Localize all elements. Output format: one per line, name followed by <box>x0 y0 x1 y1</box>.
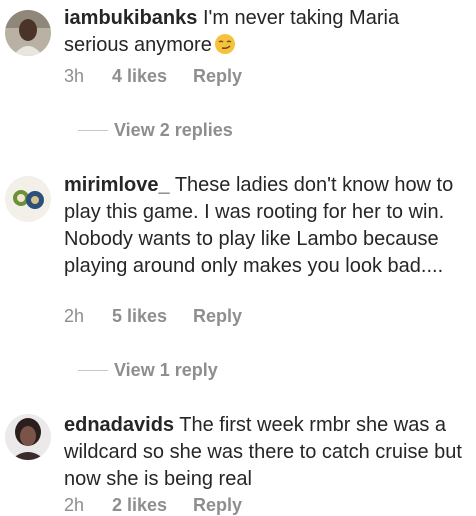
replies-divider <box>78 369 108 371</box>
comment-body: mirimlove_ These ladies don't know how t… <box>64 172 469 280</box>
comment-time: 2h <box>64 306 85 326</box>
smirk-face-icon <box>214 33 236 55</box>
reply-button[interactable]: Reply <box>193 65 242 87</box>
comment-meta: 2h 2 likes Reply <box>64 494 242 516</box>
comment-likes[interactable]: 2 likes <box>112 494 167 516</box>
reply-button[interactable]: Reply <box>193 305 242 327</box>
comment-likes[interactable]: 5 likes <box>112 305 167 327</box>
view-replies-label: View 1 reply <box>114 360 218 380</box>
view-replies-button[interactable]: View 1 reply <box>78 359 218 381</box>
comment-body: iambukibanks I'm never taking Maria seri… <box>64 5 469 59</box>
reply-button[interactable]: Reply <box>193 494 242 516</box>
comment-username[interactable]: ednadavids <box>64 414 174 436</box>
avatar[interactable] <box>5 414 51 460</box>
comment-body: ednadavids The first week rmbr she was a… <box>64 412 469 493</box>
comment-meta: 2h 5 likes Reply <box>64 305 242 327</box>
avatar[interactable] <box>5 10 51 56</box>
comment-likes[interactable]: 4 likes <box>112 65 167 87</box>
comment-username[interactable]: mirimlove_ <box>64 174 170 196</box>
avatar[interactable] <box>5 176 51 222</box>
view-replies-label: View 2 replies <box>114 120 233 140</box>
replies-divider <box>78 129 108 131</box>
comment-meta: 3h 4 likes Reply <box>64 65 242 87</box>
comment-time: 3h <box>64 66 85 86</box>
view-replies-button[interactable]: View 2 replies <box>78 119 233 141</box>
comment-time: 2h <box>64 495 85 515</box>
comment-username[interactable]: iambukibanks <box>64 7 197 29</box>
